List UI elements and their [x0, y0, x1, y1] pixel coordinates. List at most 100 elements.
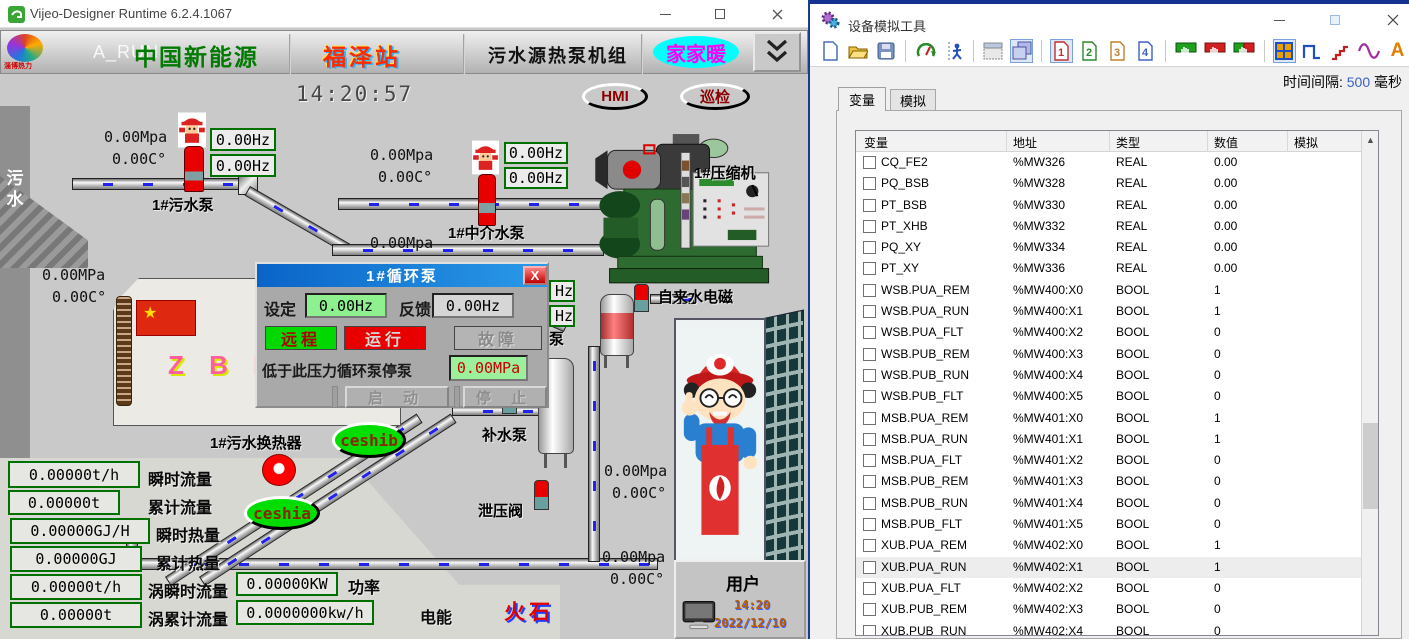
interval-value[interactable]: 500 [1347, 74, 1370, 90]
table-row[interactable]: XUB.PUB_REM %MW402:X3 BOOL 0 [856, 599, 1361, 620]
minimize-button[interactable] [648, 3, 682, 25]
scroll-up-arrow[interactable]: ▲ [1362, 131, 1379, 148]
maximize-button[interactable] [703, 3, 737, 25]
table-row[interactable]: MSB.PUB_FLT %MW401:X5 BOOL 0 [856, 514, 1361, 535]
row-checkbox[interactable] [863, 326, 876, 339]
table-row[interactable]: WSB.PUB_FLT %MW400:X5 BOOL 0 [856, 386, 1361, 407]
page-4-icon[interactable]: 4 [1134, 39, 1157, 63]
computer-icon[interactable] [682, 600, 718, 630]
row-checkbox[interactable] [863, 262, 876, 275]
grid-icon[interactable] [1273, 39, 1296, 63]
table-scrollbar[interactable]: ▲ [1361, 131, 1378, 635]
row-checkbox[interactable] [863, 518, 876, 531]
row-checkbox[interactable] [863, 177, 876, 190]
row-checkbox[interactable] [863, 390, 876, 403]
row-checkbox[interactable] [863, 369, 876, 382]
table-row[interactable]: WSB.PUB_RUN %MW400:X4 BOOL 0 [856, 365, 1361, 386]
hand-red-icon[interactable] [1203, 39, 1227, 63]
row-checkbox[interactable] [863, 561, 876, 574]
brand-badge[interactable]: 家家暖 [653, 36, 739, 68]
table-row[interactable]: MSB.PUA_RUN %MW401:X1 BOOL 1 [856, 429, 1361, 450]
col-type[interactable]: 类型 [1116, 134, 1140, 151]
low-pressure-field[interactable]: 0.00MPa [449, 355, 528, 381]
minimize-button[interactable] [1262, 9, 1296, 31]
tab-simulation[interactable]: 模拟 [890, 89, 936, 111]
row-checkbox[interactable] [863, 220, 876, 233]
table-row[interactable]: XUB.PUB_RUN %MW402:X4 BOOL 0 [856, 621, 1361, 635]
stop-button[interactable]: 停 止 [463, 386, 547, 408]
text-a-icon[interactable]: A [1386, 39, 1409, 63]
col-variable[interactable]: 变量 [864, 134, 888, 151]
row-checkbox[interactable] [863, 497, 876, 510]
table-row[interactable]: CQ_FE2 %MW326 REAL 0.00 [856, 152, 1361, 173]
page-2-icon[interactable]: 2 [1078, 39, 1101, 63]
table-row[interactable]: MSB.PUA_REM %MW401:X0 BOOL 1 [856, 408, 1361, 429]
table-row[interactable]: XUB.PUA_FLT %MW402:X2 BOOL 0 [856, 578, 1361, 599]
new-icon[interactable] [818, 39, 841, 63]
pump2-body[interactable] [478, 174, 496, 226]
table-row[interactable]: WSB.PUA_FLT %MW400:X2 BOOL 0 [856, 322, 1361, 343]
table-row[interactable]: MSB.PUB_REM %MW401:X3 BOOL 0 [856, 471, 1361, 492]
ramp-icon[interactable] [1329, 39, 1352, 63]
row-checkbox[interactable] [863, 199, 876, 212]
row-checkbox[interactable] [863, 539, 876, 552]
gauge-icon[interactable] [914, 39, 937, 63]
table-row[interactable]: PQ_BSB %MW328 REAL 0.00 [856, 173, 1361, 194]
unit-tab[interactable]: 污水源热泵机组 [488, 42, 628, 68]
tap-water-valve[interactable] [634, 284, 649, 312]
table-row[interactable]: PT_XY %MW336 REAL 0.00 [856, 258, 1361, 279]
row-checkbox[interactable] [863, 582, 876, 595]
table-row[interactable]: WSB.PUB_REM %MW400:X3 BOOL 0 [856, 344, 1361, 365]
close-button[interactable] [1376, 9, 1409, 31]
table-row[interactable]: WSB.PUA_RUN %MW400:X1 BOOL 1 [856, 301, 1361, 322]
relief-valve[interactable] [534, 480, 549, 510]
scrollbar-thumb[interactable] [1363, 423, 1378, 509]
cascade-icon[interactable] [1010, 39, 1033, 63]
close-button[interactable] [760, 3, 794, 25]
patrol-button[interactable]: 巡检 [680, 83, 750, 110]
hmi-button[interactable]: HMI [582, 83, 648, 110]
maximize-button[interactable] [1318, 9, 1352, 31]
hand-green-red-icon[interactable] [1232, 39, 1256, 63]
test-button-a[interactable]: ceshia [244, 496, 320, 530]
row-checkbox[interactable] [863, 412, 876, 425]
table-row[interactable]: MSB.PUA_FLT %MW401:X2 BOOL 0 [856, 450, 1361, 471]
row-checkbox[interactable] [863, 625, 876, 635]
save-icon[interactable] [874, 39, 897, 63]
tab-variables[interactable]: 变量 [838, 87, 886, 111]
row-checkbox[interactable] [863, 603, 876, 616]
pump1-body[interactable] [184, 146, 204, 192]
row-checkbox[interactable] [863, 454, 876, 467]
row-checkbox[interactable] [863, 433, 876, 446]
test-button-b[interactable]: ceshib [332, 422, 406, 458]
row-checkbox[interactable] [863, 348, 876, 361]
row-checkbox[interactable] [863, 156, 876, 169]
table-row[interactable]: PT_XHB %MW332 REAL 0.00 [856, 216, 1361, 237]
table-row[interactable]: PQ_XY %MW334 REAL 0.00 [856, 237, 1361, 258]
compressor-graphic[interactable] [593, 132, 777, 290]
page-1-icon[interactable]: 1 [1050, 39, 1073, 63]
row-checkbox[interactable] [863, 305, 876, 318]
station-tab[interactable]: 福泽站 [323, 38, 401, 72]
col-address[interactable]: 地址 [1013, 134, 1037, 151]
row-checkbox[interactable] [863, 475, 876, 488]
start-button[interactable]: 启 动 [345, 386, 449, 408]
page-3-icon[interactable]: 3 [1106, 39, 1129, 63]
table-row[interactable]: XUB.PUA_RUN %MW402:X1 BOOL 1 [856, 557, 1361, 578]
table-row[interactable]: PT_BSB %MW330 REAL 0.00 [856, 195, 1361, 216]
dialog-close-button[interactable]: X [523, 266, 547, 285]
open-icon[interactable] [846, 39, 869, 63]
expand-menu-button[interactable] [753, 32, 801, 72]
set-frequency-field[interactable]: 0.00Hz [305, 293, 387, 318]
step-wave-icon[interactable] [1301, 39, 1324, 63]
table-row[interactable]: MSB.PUB_RUN %MW401:X4 BOOL 0 [856, 493, 1361, 514]
col-sim[interactable]: 模拟 [1294, 134, 1318, 151]
table-row[interactable]: WSB.PUA_REM %MW400:X0 BOOL 1 [856, 280, 1361, 301]
window-icon[interactable] [982, 39, 1005, 63]
row-checkbox[interactable] [863, 284, 876, 297]
row-checkbox[interactable] [863, 241, 876, 254]
sine-wave-icon[interactable] [1357, 39, 1381, 63]
col-value[interactable]: 数值 [1214, 134, 1238, 151]
trace-run-icon[interactable] [942, 39, 965, 63]
table-row[interactable]: XUB.PUA_REM %MW402:X0 BOOL 1 [856, 535, 1361, 556]
